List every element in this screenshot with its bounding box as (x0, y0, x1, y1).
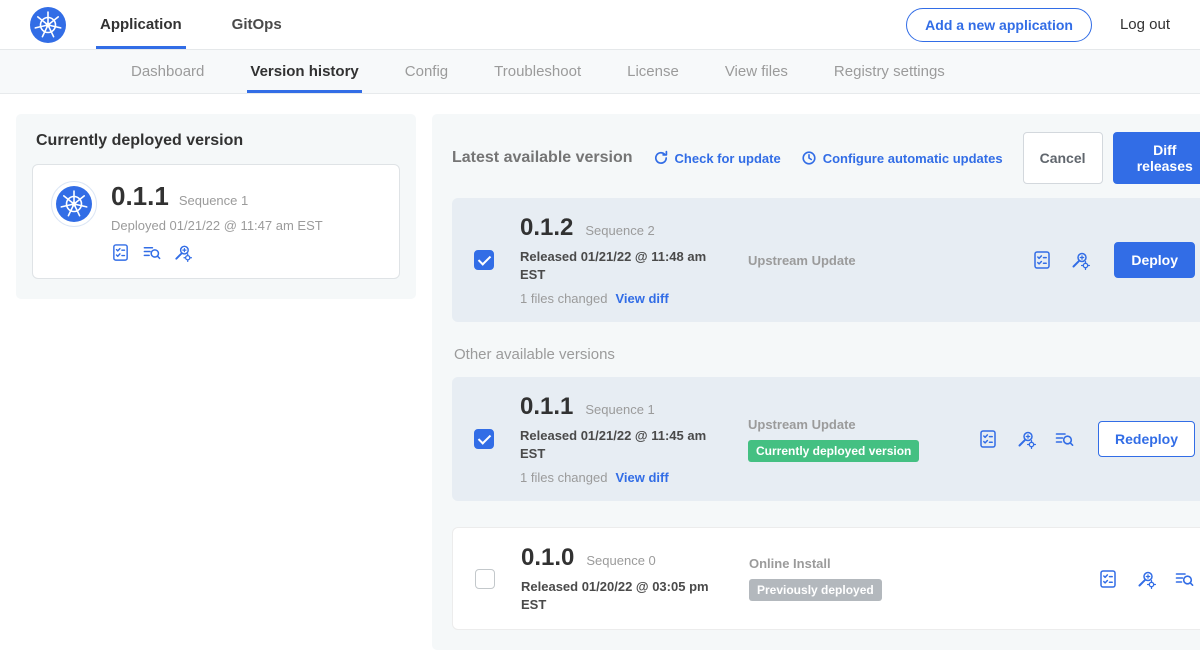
subnav-registry-settings[interactable]: Registry settings (831, 50, 948, 93)
currently-deployed-badge: Currently deployed version (748, 440, 919, 462)
sequence-label: Sequence 0 (586, 553, 655, 568)
source-label: Online Install (749, 556, 979, 571)
version-checkbox[interactable] (474, 250, 494, 270)
version-checkbox[interactable] (474, 429, 494, 449)
edit-config-icon[interactable] (173, 243, 192, 262)
row-actions (1098, 569, 1194, 589)
row-actions: Redeploy (978, 421, 1195, 457)
view-diff-link[interactable]: View diff (615, 470, 668, 485)
previously-deployed-badge: Previously deployed (749, 579, 882, 601)
version-info: 0.1.2 Sequence 2 Released 01/21/22 @ 11:… (520, 214, 748, 306)
header-actions: Cancel Diff releases (1023, 132, 1200, 184)
release-notes-icon[interactable] (1032, 250, 1052, 270)
edit-config-icon[interactable] (1070, 250, 1090, 270)
sequence-label: Sequence 2 (585, 223, 654, 238)
edit-config-icon[interactable] (1136, 569, 1156, 589)
edit-config-icon[interactable] (1016, 429, 1036, 449)
version-source: Online Install Previously deployed (749, 556, 979, 601)
view-logs-icon[interactable] (1054, 429, 1074, 449)
refresh-icon (653, 150, 669, 166)
released-timestamp: Released 01/21/22 @ 11:45 am EST (520, 427, 710, 462)
deployed-version-card: 0.1.1 Sequence 1 Deployed 01/21/22 @ 11:… (32, 164, 400, 279)
files-changed-label: 1 files changed (520, 291, 607, 306)
top-navbar: Application GitOps Add a new application… (0, 0, 1200, 50)
version-history-panel: Latest available version Check for updat… (432, 114, 1200, 650)
deployed-version-info: 0.1.1 Sequence 1 Deployed 01/21/22 @ 11:… (111, 181, 323, 262)
version-number: 0.1.2 (520, 214, 573, 242)
files-changed-label: 1 files changed (520, 470, 607, 485)
tab-gitops[interactable]: GitOps (228, 0, 286, 49)
clock-icon (801, 150, 817, 166)
release-notes-icon[interactable] (111, 243, 130, 262)
version-source: Upstream Update Currently deployed versi… (748, 417, 978, 462)
deployed-icon-row (111, 243, 323, 262)
latest-version-title: Latest available version (452, 149, 633, 167)
check-for-update-link[interactable]: Check for update (653, 150, 781, 166)
app-icon-badge (51, 181, 97, 227)
app-subnav: Dashboard Version history Config Trouble… (0, 50, 1200, 94)
app-logo (30, 0, 66, 49)
deployed-timestamp: Deployed 01/21/22 @ 11:47 am EST (111, 218, 323, 233)
release-notes-icon[interactable] (1098, 569, 1118, 589)
main-content: Currently deployed version 0.1.1 Sequenc… (0, 94, 1200, 670)
subnav-license[interactable]: License (624, 50, 682, 93)
tab-application[interactable]: Application (96, 0, 186, 49)
row-actions: Deploy (1032, 242, 1195, 278)
version-number: 0.1.0 (521, 544, 574, 572)
kubernetes-logo-icon (56, 186, 92, 222)
configure-updates-label: Configure automatic updates (823, 151, 1003, 166)
subnav-version-history[interactable]: Version history (247, 50, 361, 93)
currently-deployed-title: Currently deployed version (36, 132, 400, 150)
view-diff-link[interactable]: View diff (615, 291, 668, 306)
version-number: 0.1.1 (520, 393, 573, 421)
configure-automatic-updates-link[interactable]: Configure automatic updates (801, 150, 1003, 166)
version-row: 0.1.2 Sequence 2 Released 01/21/22 @ 11:… (452, 198, 1200, 322)
currently-deployed-panel: Currently deployed version 0.1.1 Sequenc… (16, 114, 416, 299)
deploy-button[interactable]: Deploy (1114, 242, 1195, 278)
version-row: 0.1.0 Sequence 0 Released 01/20/22 @ 03:… (452, 527, 1200, 630)
deployed-version-number: 0.1.1 (111, 181, 169, 212)
other-versions-title: Other available versions (454, 346, 1200, 363)
sequence-label: Sequence 1 (585, 402, 654, 417)
version-info: 0.1.0 Sequence 0 Released 01/20/22 @ 03:… (521, 544, 749, 613)
latest-version-header: Latest available version Check for updat… (452, 132, 1200, 184)
version-info: 0.1.1 Sequence 1 Released 01/21/22 @ 11:… (520, 393, 748, 485)
released-timestamp: Released 01/21/22 @ 11:48 am EST (520, 248, 710, 283)
diff-releases-button[interactable]: Diff releases (1113, 132, 1200, 184)
view-logs-icon[interactable] (1174, 569, 1194, 589)
check-for-update-label: Check for update (675, 151, 781, 166)
add-application-button[interactable]: Add a new application (906, 8, 1092, 42)
source-label: Upstream Update (748, 417, 978, 432)
subnav-view-files[interactable]: View files (722, 50, 791, 93)
subnav-dashboard[interactable]: Dashboard (128, 50, 207, 93)
view-logs-icon[interactable] (142, 243, 161, 262)
navbar-right: Add a new application Log out (906, 0, 1172, 49)
source-label: Upstream Update (748, 253, 978, 268)
logout-link[interactable]: Log out (1118, 12, 1172, 37)
deployed-sequence-label: Sequence 1 (179, 193, 248, 208)
subnav-config[interactable]: Config (402, 50, 451, 93)
version-source: Upstream Update (748, 253, 978, 268)
kubernetes-logo-icon (30, 7, 66, 43)
redeploy-button[interactable]: Redeploy (1098, 421, 1195, 457)
released-timestamp: Released 01/20/22 @ 03:05 pm EST (521, 578, 711, 613)
version-row: 0.1.1 Sequence 1 Released 01/21/22 @ 11:… (452, 377, 1200, 501)
release-notes-icon[interactable] (978, 429, 998, 449)
cancel-button[interactable]: Cancel (1023, 132, 1103, 184)
primary-tabs: Application GitOps (96, 0, 328, 49)
subnav-troubleshoot[interactable]: Troubleshoot (491, 50, 584, 93)
version-checkbox[interactable] (475, 569, 495, 589)
